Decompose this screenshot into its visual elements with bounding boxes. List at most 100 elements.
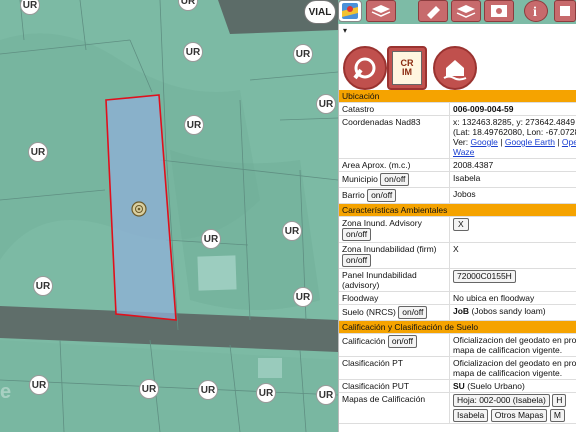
map-view[interactable]: e UR UR UR UR UR UR UR UR UR UR UR UR UR… (0, 0, 338, 432)
m-button[interactable]: M (549, 409, 565, 422)
calificacion-toggle-button[interactable]: on/off (387, 335, 417, 348)
catastro-value: 006-009-004-59 (449, 102, 576, 116)
municipio-label: Municipio (342, 174, 378, 184)
row-floodway: Floodway No ubica en floodway (339, 291, 576, 305)
municipio-value: Isabela (449, 171, 576, 188)
section-ubicacion: Ubicación (339, 90, 576, 103)
parcel-marker-icon (131, 201, 147, 217)
row-suelo: Suelo (NRCS) on/off JoB (Jobos sandy loa… (339, 304, 576, 321)
svg-text:e: e (0, 381, 11, 403)
pointer-hand-icon (353, 57, 376, 80)
zone-label-ur: UR (29, 375, 49, 395)
row-catastro: Catastro 006-009-004-59 (339, 102, 576, 116)
info-panel: ▾ CR IM Ubicación Catastro 006-009-004-5… (338, 24, 576, 432)
barrio-cell: Barrio on/off (339, 187, 450, 204)
calificacion-value: Oficializacion del geodato en proc mapa d… (449, 333, 576, 357)
coordenadas-label: Coordenadas Nad83 (339, 115, 450, 159)
row-barrio: Barrio on/off Jobos (339, 187, 576, 204)
info-button[interactable]: i (524, 0, 548, 22)
calificacion-value-line-1: Oficializacion del geodato en proc (453, 335, 576, 345)
row-municipio: Municipio on/off Isabela (339, 171, 576, 188)
coord-latlon: (Lat: 18.49762080, Lon: -67.0728 (453, 127, 576, 137)
photo-button[interactable] (484, 0, 514, 22)
openstreetmap-link[interactable]: Ope (562, 137, 576, 147)
suelo-cell: Suelo (NRCS) on/off (339, 304, 450, 321)
isabela-button[interactable]: Isabela (453, 409, 489, 422)
mapas-buttons: Hoja: 002-000 (Isabela) H Isabela Otros … (449, 392, 576, 424)
row-mapas: Mapas de Calificación Hoja: 002-000 (Isa… (339, 392, 576, 424)
inund-firm-value: X (449, 242, 576, 269)
more-button[interactable] (554, 0, 576, 22)
panel-inund-label-1: Panel Inundabilidad (342, 270, 417, 280)
area-value: 2008.4387 (449, 158, 576, 172)
map-toolbar: i (338, 0, 576, 24)
map-canvas[interactable]: e (0, 0, 338, 432)
suelo-value: JoB (Jobos sandy loam) (449, 304, 576, 321)
zone-label-ur: UR (316, 94, 336, 114)
inund-advisory-toggle-button[interactable]: on/off (342, 228, 372, 241)
identify-tool-button[interactable] (343, 46, 387, 90)
inund-firm-label: Zona Inundabilidad (firm) (342, 244, 437, 254)
zone-label-ur: UR (282, 221, 302, 241)
catastro-label: Catastro (339, 102, 450, 116)
section-calificacion: Calificación y Clasificación de Suelo (339, 320, 576, 334)
image-icon (491, 5, 507, 17)
area-label: Area Aprox. (m.c.) (339, 158, 450, 172)
hoja-button[interactable]: Hoja: 002-000 (Isabela) (453, 394, 550, 407)
google-maps-link[interactable]: Google (471, 137, 498, 147)
flood-tool-button[interactable] (433, 46, 477, 90)
inund-firm-toggle-button[interactable]: on/off (342, 254, 372, 267)
layers-button[interactable] (366, 0, 396, 22)
waze-link[interactable]: Waze (453, 147, 474, 157)
inund-advisory-cell: Zona Inund. Advisory on/off (339, 216, 450, 243)
basemap-button[interactable] (451, 0, 481, 22)
crim-logo[interactable]: CR IM (387, 46, 427, 90)
otros-mapas-button[interactable]: Otros Mapas (490, 409, 548, 422)
hoja-button-2[interactable]: H (552, 394, 567, 407)
clasif-put-code: SU (453, 381, 465, 391)
inund-advisory-label: Zona Inund. Advisory (342, 218, 422, 228)
panel-inund-cell: Panel Inundabilidad (advisory) (339, 268, 450, 292)
section-ambientales: Características Ambientales (339, 203, 576, 217)
inund-advisory-value[interactable]: X (453, 218, 469, 231)
collapse-caret-icon[interactable]: ▾ (343, 26, 347, 35)
zone-label-ur: UR (256, 383, 276, 403)
clasif-pt-value: Oficializacion del geodato en proc mapa d… (449, 356, 576, 380)
row-panel-inund: Panel Inundabilidad (advisory) 72000C0155… (339, 268, 576, 292)
row-inund-advisory: Zona Inund. Advisory on/off X (339, 216, 576, 243)
row-coordenadas: Coordenadas Nad83 x: 132463.8285, y: 273… (339, 115, 576, 159)
road-label-vial: VIAL (304, 0, 336, 24)
crim-logo-mark: CR IM (392, 51, 422, 85)
suelo-toggle-button[interactable]: on/off (398, 306, 428, 319)
zone-label-ur: UR (293, 44, 313, 64)
map-type-button[interactable] (338, 0, 362, 22)
municipio-cell: Municipio on/off (339, 171, 450, 188)
zone-label-ur: UR (33, 276, 53, 296)
zone-label-ur: UR (316, 385, 336, 405)
info-icon: i (533, 5, 537, 19)
suelo-label: Suelo (NRCS) (342, 307, 396, 317)
stack-icon (456, 5, 476, 18)
eraser-icon (427, 6, 440, 19)
barrio-toggle-button[interactable]: on/off (367, 189, 397, 202)
map-pin-icon (342, 3, 358, 19)
panel-inund-label-2: (advisory) (342, 280, 380, 290)
floodway-label: Floodway (339, 291, 450, 305)
crim-logo-bottom: IM (402, 67, 412, 77)
suelo-desc: (Jobos sandy loam) (471, 306, 546, 316)
municipio-toggle-button[interactable]: on/off (380, 173, 410, 186)
zone-label-ur: UR (183, 42, 203, 62)
calificacion-cell: Calificación on/off (339, 333, 450, 357)
zone-label-ur: UR (184, 115, 204, 135)
draw-button[interactable] (418, 0, 448, 22)
more-icon (560, 6, 570, 16)
google-earth-link[interactable]: Google Earth (505, 137, 555, 147)
house-flood-icon (443, 60, 467, 81)
zone-label-ur: UR (28, 142, 48, 162)
panel-inund-value-button[interactable]: 72000C0155H (453, 270, 516, 283)
layers-icon (371, 5, 391, 17)
barrio-value: Jobos (449, 187, 576, 204)
coordenadas-value: x: 132463.8285, y: 273642.4849 (Lat: 18.… (449, 115, 576, 159)
barrio-label: Barrio (342, 190, 365, 200)
clasif-pt-value-line-1: Oficializacion del geodato en proc (453, 358, 576, 368)
